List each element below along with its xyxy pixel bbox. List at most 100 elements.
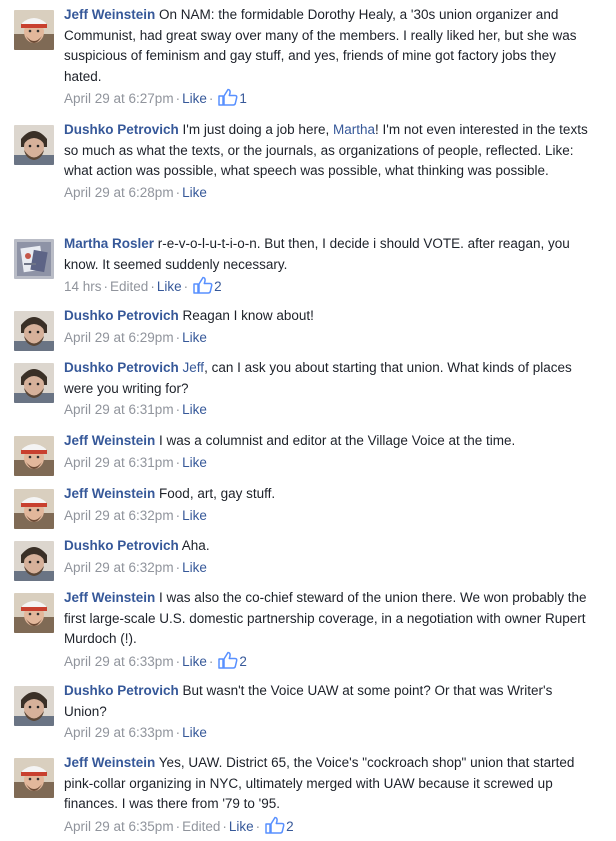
- comment-text: Jeff Weinstein Food, art, gay stuff.: [64, 484, 596, 505]
- comment-meta: April 29 at 6:35pm · Edited · Like · 2: [64, 816, 596, 840]
- comment-author[interactable]: Dushko Petrovich: [64, 538, 179, 553]
- avatar[interactable]: [14, 239, 54, 279]
- separator-dot: ·: [208, 653, 214, 669]
- comment-body: Jeff Weinstein On NAM: the formidable Do…: [64, 5, 596, 112]
- comment-meta: April 29 at 6:31pm · Like: [64, 400, 596, 420]
- thumbs-up-icon[interactable]: [218, 651, 238, 675]
- comment-body: Dushko Petrovich Aha. April 29 at 6:32pm ·…: [64, 536, 596, 578]
- separator-dot: ·: [175, 559, 181, 575]
- timestamp-link[interactable]: April 29 at 6:35pm: [64, 819, 174, 834]
- thumbs-up-icon[interactable]: [193, 276, 213, 300]
- avatar[interactable]: [14, 10, 54, 50]
- timestamp-link[interactable]: April 29 at 6:33pm: [64, 725, 174, 740]
- comment-author[interactable]: Martha Rosler: [64, 236, 154, 251]
- separator-dot: ·: [103, 279, 109, 294]
- timestamp-link[interactable]: 14 hrs: [64, 279, 102, 294]
- like-button[interactable]: Like: [229, 819, 254, 834]
- comment-text: Dushko Petrovich Reagan I know about!: [64, 306, 596, 327]
- comment-message: Reagan I know about!: [182, 308, 314, 323]
- comment-text: Dushko Petrovich I'm just doing a job he…: [64, 120, 596, 182]
- separator-dot: ·: [255, 818, 261, 834]
- timestamp-link[interactable]: April 29 at 6:32pm: [64, 560, 174, 575]
- comment-author[interactable]: Jeff Weinstein: [64, 590, 155, 605]
- separator-dot: ·: [208, 91, 214, 106]
- comment-message: I'm just doing a job here,: [182, 122, 333, 137]
- comment-message: Food, art, gay stuff.: [159, 486, 276, 501]
- separator-dot: ·: [175, 184, 181, 200]
- comment-text: Jeff Weinstein I was a columnist and edi…: [64, 431, 596, 452]
- comment-meta: April 29 at 6:33pm · Like · 2: [64, 651, 596, 675]
- avatar[interactable]: [14, 686, 54, 726]
- separator-dot: ·: [175, 454, 181, 470]
- like-count[interactable]: 2: [286, 819, 294, 834]
- like-count[interactable]: 2: [239, 654, 247, 669]
- comment-text: Dushko Petrovich Jeff, can I ask you abo…: [64, 358, 596, 399]
- comment-body: Martha Rosler r-e-v-o-l-u-t-i-o-n. But t…: [64, 234, 596, 300]
- like-button[interactable]: Like: [182, 455, 207, 470]
- timestamp-link[interactable]: April 29 at 6:29pm: [64, 330, 174, 345]
- comment-meta: April 29 at 6:32pm · Like: [64, 558, 596, 578]
- comment-author[interactable]: Jeff Weinstein: [64, 7, 155, 22]
- like-button[interactable]: Like: [182, 185, 207, 200]
- avatar[interactable]: [14, 758, 54, 798]
- like-button[interactable]: Like: [182, 654, 207, 669]
- like-count[interactable]: 1: [239, 91, 247, 106]
- comment-author[interactable]: Dushko Petrovich: [64, 122, 179, 137]
- thumbs-up-icon[interactable]: [218, 88, 238, 112]
- timestamp-link[interactable]: April 29 at 6:28pm: [64, 185, 174, 200]
- comment-meta: April 29 at 6:27pm · Like · 1: [64, 88, 596, 112]
- like-button[interactable]: Like: [157, 279, 182, 294]
- comment-meta: April 29 at 6:28pm · Like: [64, 183, 596, 203]
- timestamp-link[interactable]: April 29 at 6:32pm: [64, 508, 174, 523]
- comment-author[interactable]: Jeff Weinstein: [64, 486, 155, 501]
- avatar[interactable]: [14, 363, 54, 403]
- like-button[interactable]: Like: [182, 330, 207, 345]
- like-button[interactable]: Like: [182, 508, 207, 523]
- avatar[interactable]: [14, 311, 54, 351]
- comment-body: Dushko Petrovich I'm just doing a job he…: [64, 120, 596, 203]
- comment-message: Aha.: [181, 538, 210, 553]
- comment-text: Martha Rosler r-e-v-o-l-u-t-i-o-n. But t…: [64, 234, 596, 275]
- edited-link[interactable]: Edited: [182, 819, 220, 834]
- comment-message: I was a columnist and editor at the Vill…: [159, 433, 516, 448]
- avatar[interactable]: [14, 541, 54, 581]
- separator-dot: ·: [175, 653, 181, 669]
- timestamp-link[interactable]: April 29 at 6:27pm: [64, 91, 174, 106]
- like-button[interactable]: Like: [182, 560, 207, 575]
- comment-body: Dushko Petrovich Jeff, can I ask you abo…: [64, 358, 596, 420]
- comment-author[interactable]: Jeff Weinstein: [64, 755, 155, 770]
- comment-meta: April 29 at 6:32pm · Like: [64, 506, 596, 526]
- comment-text: Jeff Weinstein Yes, UAW. District 65, th…: [64, 753, 596, 815]
- avatar[interactable]: [14, 593, 54, 633]
- timestamp-link[interactable]: April 29 at 6:31pm: [64, 402, 174, 417]
- comment-text: Jeff Weinstein I was also the co-chief s…: [64, 588, 596, 650]
- avatar[interactable]: [14, 436, 54, 476]
- thumbs-up-icon[interactable]: [265, 816, 285, 840]
- separator-dot: ·: [222, 818, 227, 834]
- comment-author[interactable]: Jeff Weinstein: [64, 433, 155, 448]
- comment-text: Jeff Weinstein On NAM: the formidable Do…: [64, 5, 596, 87]
- comment-author[interactable]: Dushko Petrovich: [64, 683, 179, 698]
- separator-dot: ·: [183, 279, 189, 294]
- comment-body: Jeff Weinstein Yes, UAW. District 65, th…: [64, 753, 596, 840]
- timestamp-link[interactable]: April 29 at 6:33pm: [64, 654, 174, 669]
- mention-link[interactable]: Martha: [333, 122, 375, 137]
- avatar[interactable]: [14, 125, 54, 165]
- comment-meta: April 29 at 6:33pm · Like: [64, 723, 596, 743]
- like-button[interactable]: Like: [182, 725, 207, 740]
- separator-dot: ·: [175, 818, 181, 834]
- like-count[interactable]: 2: [214, 279, 222, 294]
- comment-thread: Jeff Weinstein On NAM: the formidable Do…: [0, 0, 616, 841]
- like-button[interactable]: Like: [182, 402, 207, 417]
- like-button[interactable]: Like: [182, 91, 207, 106]
- comment-author[interactable]: Dushko Petrovich: [64, 308, 179, 323]
- separator-dot: ·: [175, 91, 181, 106]
- separator-dot: ·: [175, 402, 181, 417]
- comment-body: Dushko Petrovich Reagan I know about! Apr…: [64, 306, 596, 348]
- comment-author[interactable]: Dushko Petrovich: [64, 360, 179, 375]
- timestamp-link[interactable]: April 29 at 6:31pm: [64, 455, 174, 470]
- edited-link[interactable]: Edited: [110, 279, 148, 294]
- avatar[interactable]: [14, 489, 54, 529]
- mention-link[interactable]: Jeff: [183, 360, 205, 375]
- comment-body: Jeff Weinstein Food, art, gay stuff. Apri…: [64, 484, 596, 526]
